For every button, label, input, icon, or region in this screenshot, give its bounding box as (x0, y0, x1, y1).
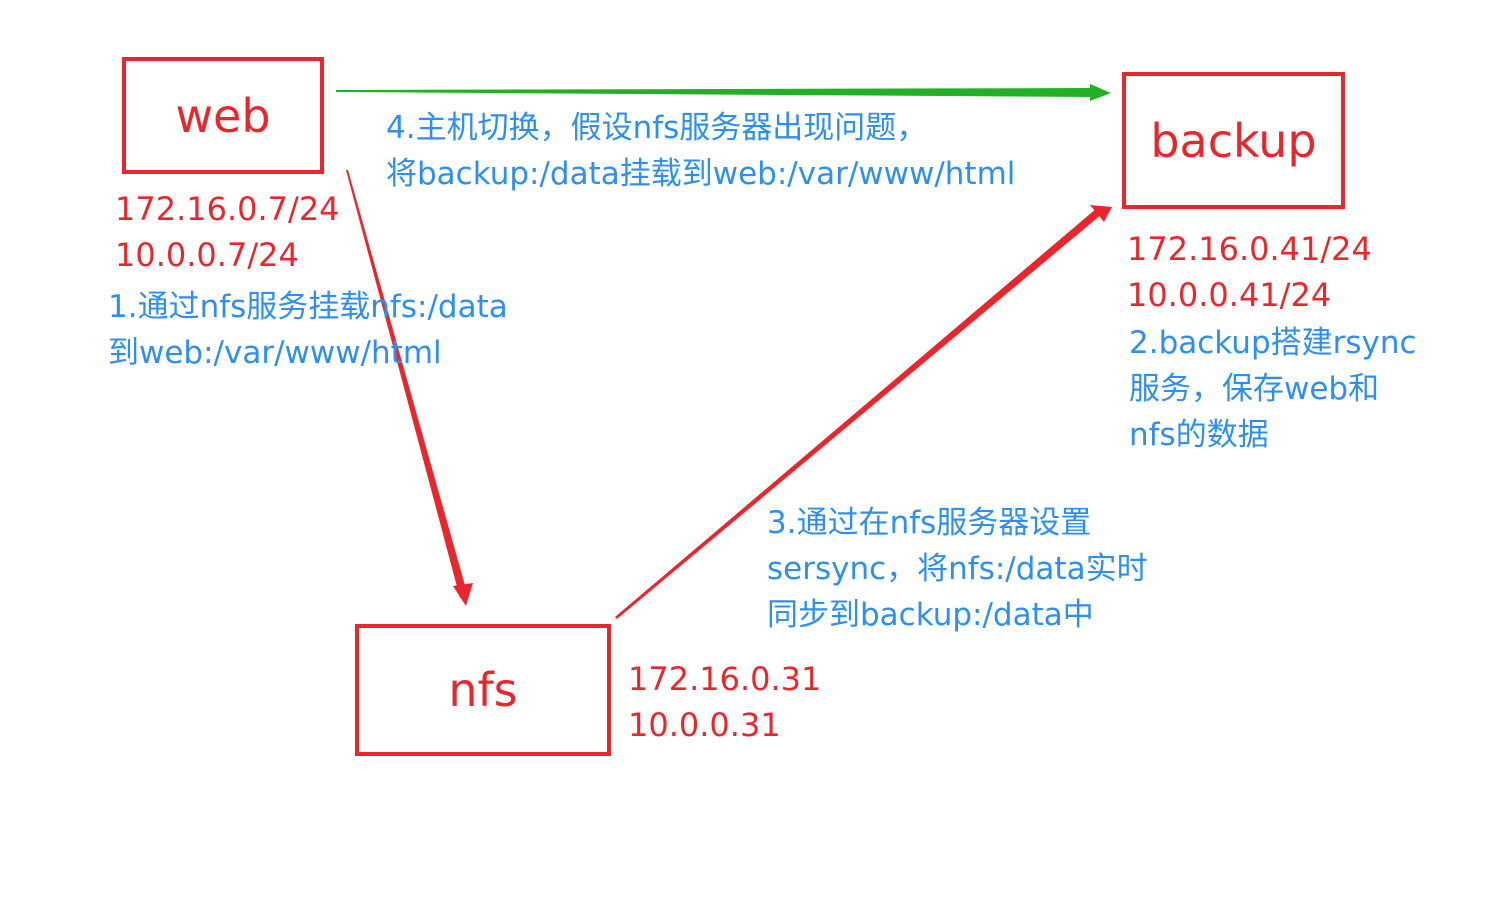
note-step-2-line-2: 服务，保存web和 (1129, 371, 1380, 407)
web-address-internal: 172.16.0.7/24 (115, 190, 340, 228)
backup-address-external: 10.0.0.41/24 (1127, 276, 1332, 314)
web-server-label: web (175, 88, 271, 143)
note-step-2-line-1: 2.backup搭建rsync (1129, 325, 1417, 361)
note-step-4-line-1: 4.主机切换，假设nfs服务器出现问题， (386, 110, 928, 146)
backup-server-label: backup (1150, 113, 1317, 168)
arrow-web-to-backup (336, 88, 1093, 97)
note-step-1: 1.通过nfs服务挂载nfs:/data 到web:/var/www/html (108, 284, 508, 376)
arrow-web-to-nfs-head (453, 583, 473, 606)
nfs-server-node: nfs (355, 624, 611, 756)
note-step-2: 2.backup搭建rsync 服务，保存web和 nfs的数据 (1129, 320, 1417, 458)
note-step-1-line-2: 到web:/var/www/html (108, 335, 442, 371)
backup-address-internal: 172.16.0.41/24 (1127, 230, 1372, 268)
arrow-web-to-nfs (346, 170, 468, 598)
note-step-3: 3.通过在nfs服务器设置 sersync，将nfs:/data实时 同步到ba… (767, 500, 1148, 638)
web-server-node: web (122, 57, 324, 174)
note-step-3-line-1: 3.通过在nfs服务器设置 (767, 505, 1092, 541)
web-address-external: 10.0.0.7/24 (115, 236, 299, 274)
note-step-4-line-2: 将backup:/data挂载到web:/var/www/html (386, 156, 1016, 192)
nfs-address-external: 10.0.0.31 (628, 706, 781, 744)
arrow-web-to-backup-head (1090, 84, 1111, 101)
web-addresses: 172.16.0.7/24 10.0.0.7/24 (115, 186, 340, 278)
nfs-address-internal: 172.16.0.31 (628, 660, 822, 698)
diagram-canvas: web backup nfs 172.16.0.7/24 10.0.0.7/24… (0, 0, 1507, 908)
note-step-2-line-3: nfs的数据 (1129, 417, 1269, 453)
note-step-3-line-3: 同步到backup:/data中 (767, 597, 1094, 633)
backup-server-node: backup (1122, 72, 1345, 209)
note-step-1-line-1: 1.通过nfs服务挂载nfs:/data (108, 289, 508, 325)
nfs-addresses: 172.16.0.31 10.0.0.31 (628, 656, 821, 748)
note-step-4: 4.主机切换，假设nfs服务器出现问题， 将backup:/data挂载到web… (386, 105, 1015, 197)
backup-addresses: 172.16.0.41/24 10.0.0.41/24 (1127, 226, 1372, 318)
note-step-3-line-2: sersync，将nfs:/data实时 (767, 551, 1148, 587)
nfs-server-label: nfs (448, 663, 518, 717)
